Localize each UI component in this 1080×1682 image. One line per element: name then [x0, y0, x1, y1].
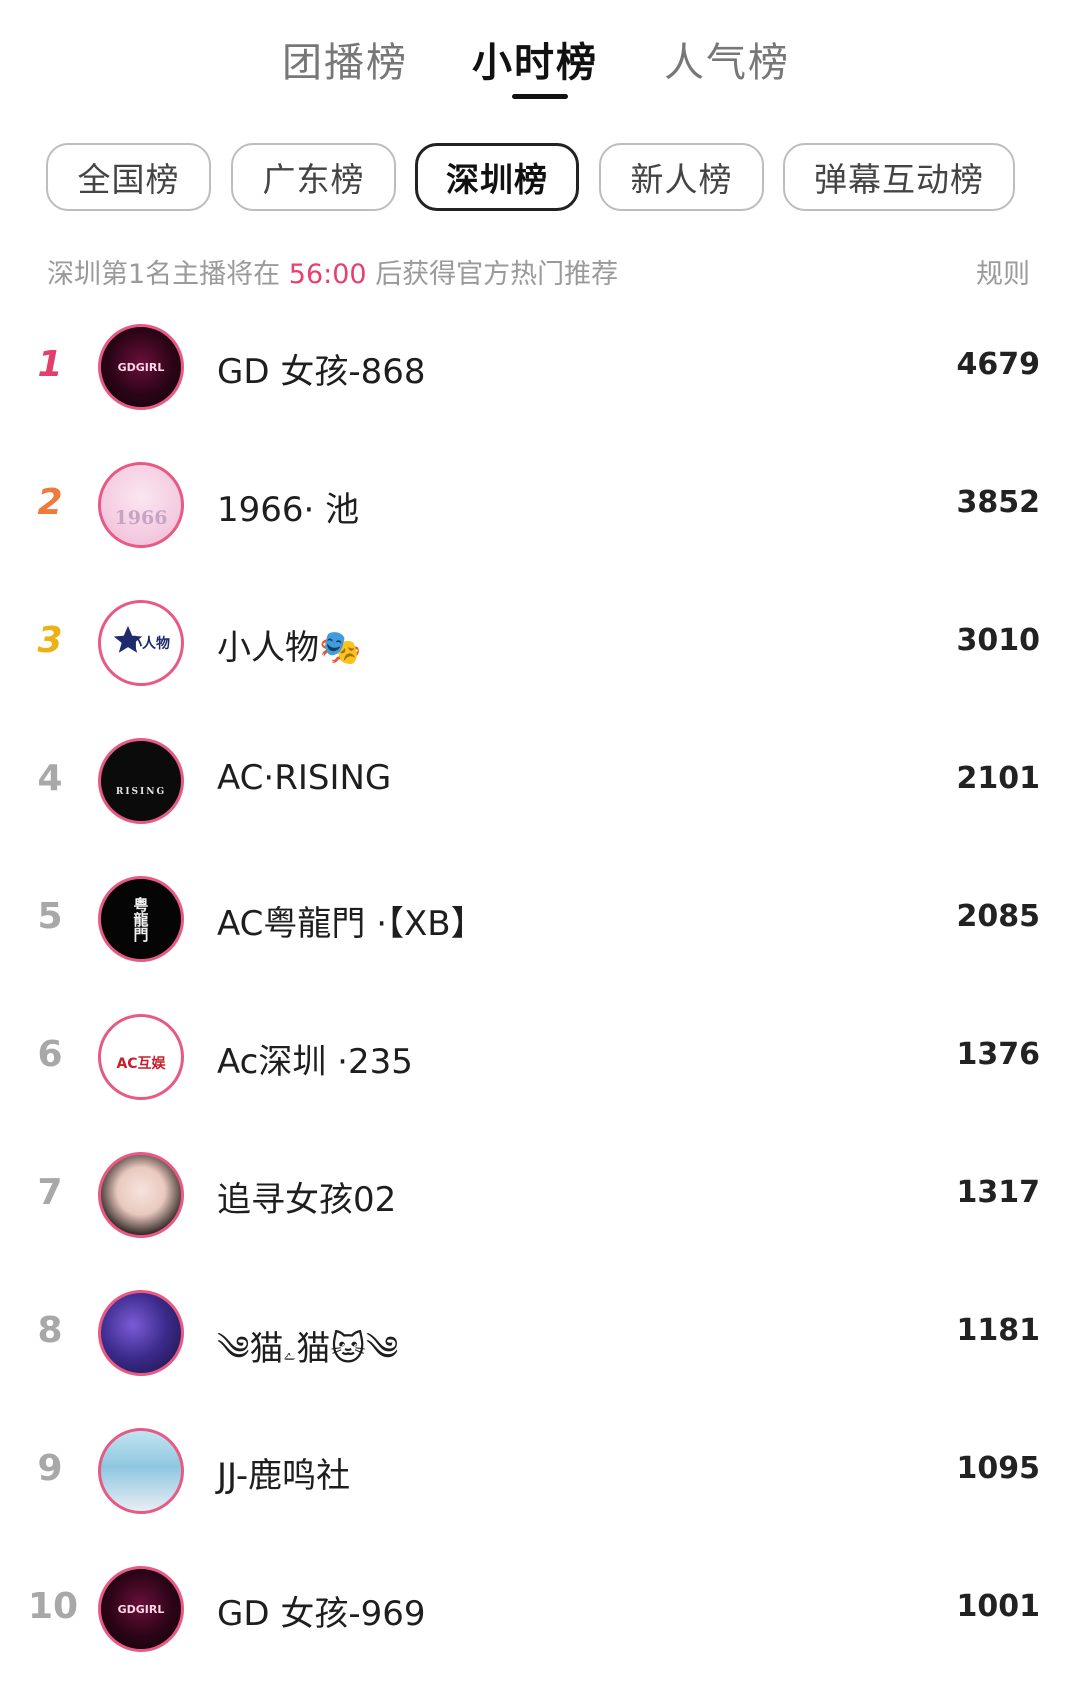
rank-number: 10 — [28, 1586, 79, 1627]
rank-row[interactable]: 1 GDGIRL GD 女孩-868 4679 — [0, 302, 1080, 440]
avatar-logo-text: RISING — [115, 787, 167, 797]
avatar[interactable] — [98, 1152, 184, 1238]
avatar-logo-text: 粤龍門 — [131, 896, 150, 942]
promotion-notice: 深圳第1名主播将在 56:00 后获得官方热门推荐 — [47, 252, 618, 291]
avatar[interactable]: 1966 — [98, 462, 184, 548]
streamer-name: Ac深圳 ·235 — [217, 1042, 413, 1082]
score: 2085 — [956, 899, 1041, 934]
filter-danmaku-interaction[interactable]: 弹幕互动榜 — [783, 143, 1015, 211]
rules-link[interactable]: 规则 — [976, 252, 1030, 291]
score: 1181 — [956, 1313, 1041, 1348]
score: 1095 — [956, 1451, 1041, 1486]
score: 1001 — [956, 1589, 1041, 1624]
active-tab-indicator — [512, 94, 568, 99]
rank-number: 4 — [37, 758, 63, 799]
rank-number: 5 — [37, 896, 63, 937]
streamer-name: ༄猫ۦ猫🐱༄ — [217, 1329, 399, 1369]
tab-popularity[interactable]: 人气榜 — [664, 30, 790, 88]
avatar[interactable]: GDGIRL — [98, 324, 184, 410]
avatar[interactable] — [98, 1290, 184, 1376]
streamer-name: GD 女孩-868 — [217, 352, 426, 392]
rank-row[interactable]: 8 ༄猫ۦ猫🐱༄ 1181 — [0, 1268, 1080, 1406]
top-tab-bar: 团播榜 小时榜 人气榜 — [0, 0, 1080, 110]
rank-row[interactable]: 4 RISING AC·RISING 2101 — [0, 716, 1080, 854]
streamer-name: JJ-鹿鸣社 — [217, 1456, 351, 1496]
streamer-name: 追寻女孩02 — [217, 1180, 397, 1220]
rank-row[interactable]: 7 追寻女孩02 1317 — [0, 1130, 1080, 1268]
filter-newcomer[interactable]: 新人榜 — [599, 143, 764, 211]
avatar[interactable]: 小人物 — [98, 600, 184, 686]
notice-suffix: 后获得官方热门推荐 — [375, 259, 619, 290]
rank-number: 9 — [37, 1448, 63, 1489]
filter-national[interactable]: 全国榜 — [46, 143, 211, 211]
avatar-logo-text: GDGIRL — [117, 1602, 165, 1616]
filter-shenzhen[interactable]: 深圳榜 — [415, 143, 579, 211]
rank-row[interactable]: 6 AC互娱 Ac深圳 ·235 1376 — [0, 992, 1080, 1130]
rank-row[interactable]: 2 1966 1966· 池 3852 — [0, 440, 1080, 578]
rank-row[interactable]: 9 JJ-鹿鸣社 1095 — [0, 1406, 1080, 1544]
tab-group-broadcast[interactable]: 团播榜 — [282, 30, 408, 88]
streamer-name: 1966· 池 — [217, 490, 360, 530]
notice-prefix: 深圳第1名主播将在 — [47, 259, 281, 290]
score: 3010 — [956, 623, 1041, 658]
avatar[interactable]: GDGIRL — [98, 1566, 184, 1652]
filter-guangdong[interactable]: 广东榜 — [231, 143, 396, 211]
rank-number: 8 — [37, 1310, 63, 1351]
rank-number: 1 — [37, 344, 63, 385]
avatar-logo-text: GDGIRL — [117, 360, 165, 374]
rank-number: 3 — [37, 620, 63, 661]
streamer-name: AC·RISING — [217, 758, 392, 798]
rank-row[interactable]: 5 粤龍門 AC粤龍門 ·【XB】 2085 — [0, 854, 1080, 992]
avatar-logo-text: AC互娱 — [116, 1056, 166, 1072]
score: 3852 — [956, 485, 1041, 520]
rank-number: 6 — [37, 1034, 63, 1075]
score: 1317 — [956, 1175, 1041, 1210]
avatar[interactable]: AC互娱 — [98, 1014, 184, 1100]
avatar[interactable]: RISING — [98, 738, 184, 824]
streamer-name: AC粤龍門 ·【XB】 — [217, 904, 485, 944]
rank-row[interactable]: 10 GDGIRL GD 女孩-969 1001 — [0, 1544, 1080, 1682]
avatar-logo-text: 1966 — [114, 507, 168, 529]
avatar[interactable] — [98, 1428, 184, 1514]
tab-hourly[interactable]: 小时榜 — [472, 30, 598, 88]
score: 2101 — [956, 761, 1041, 796]
rank-row[interactable]: 3 小人物 小人物🎭 3010 — [0, 578, 1080, 716]
streamer-name: GD 女孩-969 — [217, 1594, 426, 1634]
rank-number: 7 — [37, 1172, 63, 1213]
streamer-name: 小人物🎭 — [217, 628, 362, 668]
countdown-timer: 56:00 — [288, 259, 367, 290]
rank-number: 2 — [37, 482, 63, 523]
score: 1376 — [956, 1037, 1041, 1072]
score: 4679 — [956, 347, 1041, 382]
avatar[interactable]: 粤龍門 — [98, 876, 184, 962]
star-icon — [113, 625, 143, 653]
